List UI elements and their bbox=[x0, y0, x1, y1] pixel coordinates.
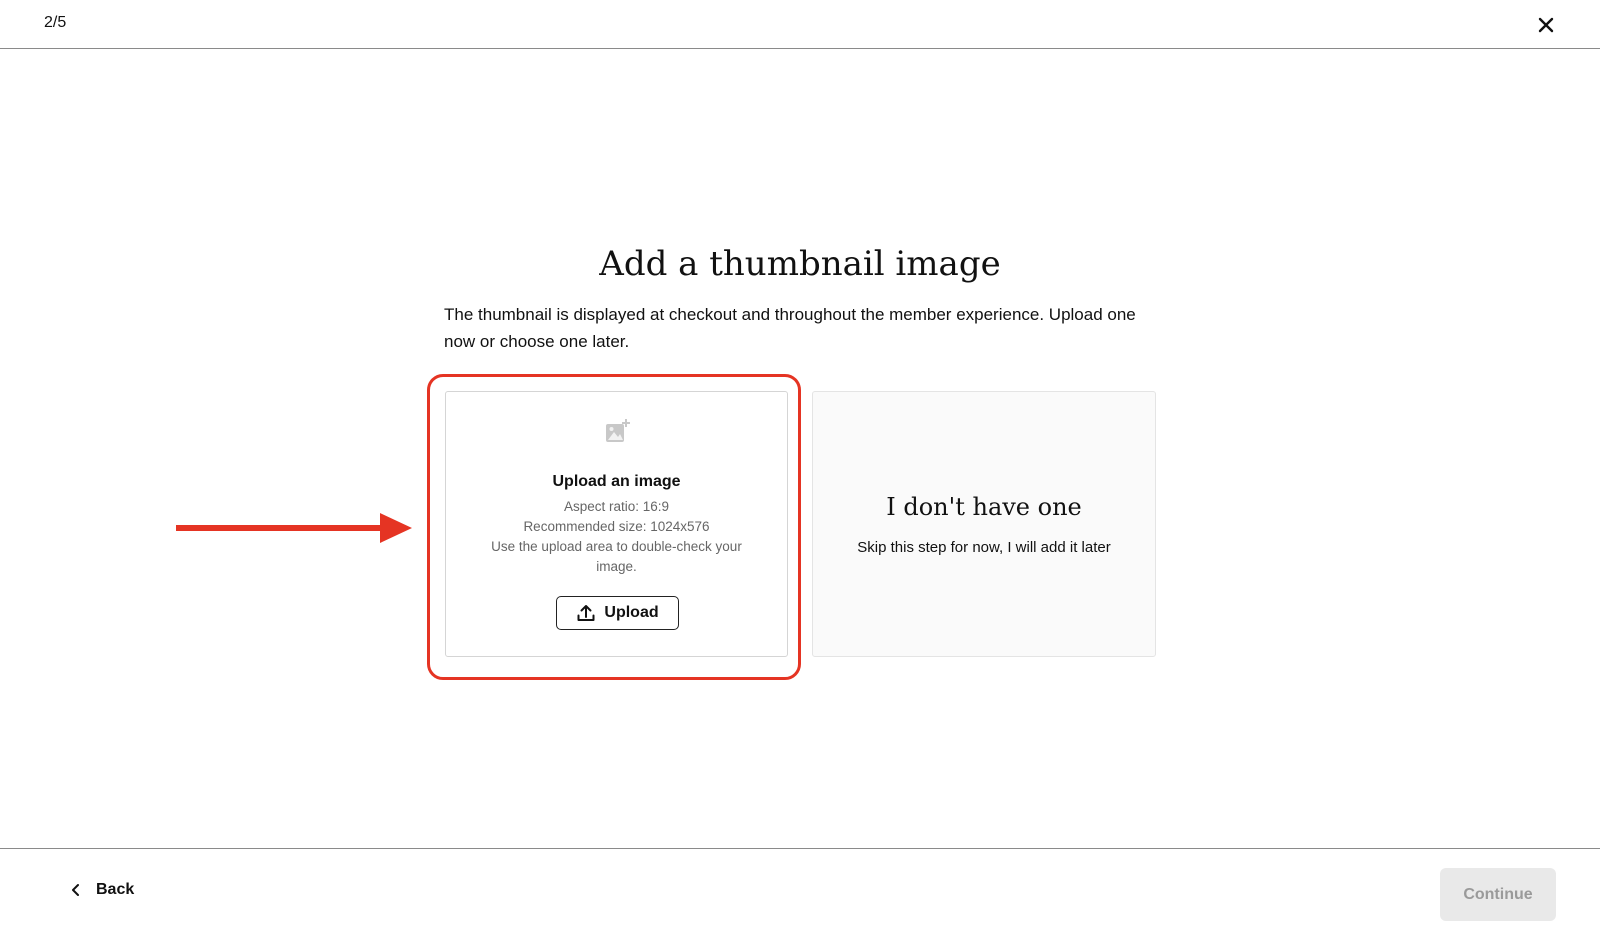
upload-image-card[interactable]: Upload an image Aspect ratio: 16:9 Recom… bbox=[445, 391, 788, 657]
annotation-arrow-icon bbox=[176, 513, 412, 543]
page-title: Add a thumbnail image bbox=[599, 244, 1001, 284]
aspect-ratio-text: Aspect ratio: 16:9 bbox=[563, 499, 670, 514]
upload-button-label: Upload bbox=[604, 604, 659, 621]
page-description: The thumbnail is displayed at checkout a… bbox=[444, 305, 1136, 351]
step-indicator: 2/5 bbox=[44, 14, 67, 31]
skip-card-title: I don't have one bbox=[886, 493, 1082, 521]
upload-button[interactable]: Upload bbox=[556, 596, 679, 630]
upload-hint-line-2: image. bbox=[596, 559, 637, 574]
upload-card-title: Upload an image bbox=[552, 473, 681, 490]
close-button[interactable] bbox=[1532, 11, 1560, 39]
skip-card-subtitle: Skip this step for now, I will add it la… bbox=[857, 539, 1111, 556]
skip-thumbnail-card[interactable]: I don't have one Skip this step for now,… bbox=[812, 391, 1156, 657]
upload-icon bbox=[577, 605, 595, 621]
close-icon bbox=[1538, 17, 1554, 33]
upload-hint-line-1: Use the upload area to double-check your bbox=[491, 539, 742, 554]
bottom-bar: Back Continue bbox=[0, 848, 1600, 938]
continue-button[interactable]: Continue bbox=[1440, 868, 1556, 921]
back-button[interactable]: Back bbox=[70, 881, 134, 899]
chevron-left-icon bbox=[72, 884, 79, 896]
image-add-icon bbox=[606, 419, 630, 442]
recommended-size-text: Recommended size: 1024x576 bbox=[523, 519, 710, 534]
back-button-label: Back bbox=[96, 881, 135, 898]
top-bar: 2/5 bbox=[0, 0, 1600, 49]
